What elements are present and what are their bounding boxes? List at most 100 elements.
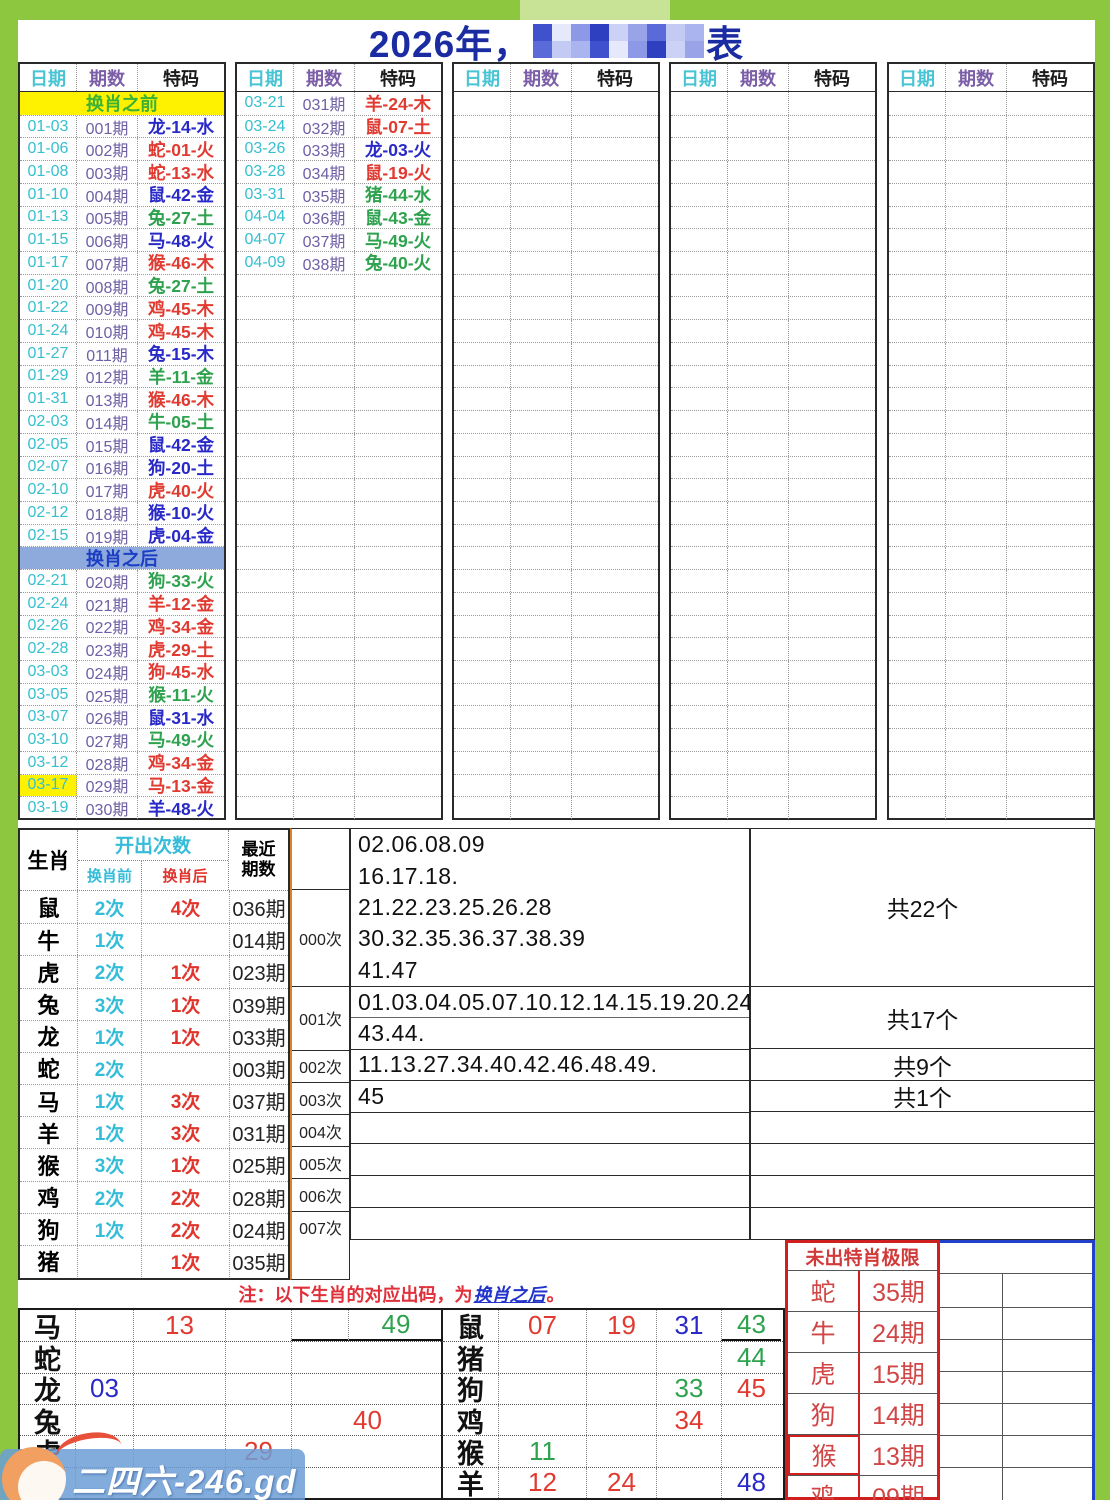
date-cell xyxy=(889,115,946,138)
code-cell xyxy=(355,502,441,524)
blur-pixel xyxy=(666,24,686,41)
zodiac-cell: 猪 xyxy=(20,1245,78,1277)
blur-pixel xyxy=(685,24,705,41)
table-row: 02-24 021期 羊-12-金 xyxy=(20,591,224,615)
date-cell xyxy=(237,342,294,365)
table-row xyxy=(454,569,658,592)
period-cell xyxy=(946,252,1007,274)
freq-number-line: 11.13.27.34.40.42.46.48.49. xyxy=(358,1051,658,1078)
table-row xyxy=(671,500,875,524)
column-header-date: 日期 xyxy=(20,64,77,91)
period-cell xyxy=(946,320,1007,342)
date-cell xyxy=(237,660,294,683)
table-row xyxy=(671,432,875,456)
column-header-period: 期数 xyxy=(294,64,355,91)
date-cell: 04-09 xyxy=(237,252,294,274)
number-cell: 19 xyxy=(586,1310,656,1342)
recent-period-cell: 024期 xyxy=(232,1220,286,1243)
date-cell xyxy=(454,320,511,342)
limit-row: 蛇 35期 xyxy=(788,1270,937,1311)
blue-region-row-line xyxy=(940,1435,1092,1436)
date-cell xyxy=(237,501,294,524)
period-cell xyxy=(946,206,1007,229)
code-cell xyxy=(572,92,658,115)
code-cell xyxy=(355,366,441,388)
table-row xyxy=(889,228,1093,252)
period-cell xyxy=(511,729,572,751)
count-before-cell: 3次 xyxy=(78,988,142,1020)
table-row xyxy=(671,705,875,729)
date-cell xyxy=(671,479,728,501)
period-cell xyxy=(946,592,1007,615)
code-cell xyxy=(572,252,658,274)
count-after-cell: 1次 xyxy=(142,1245,230,1277)
count-after-cell: 2次 xyxy=(142,1213,230,1245)
result-group: 日期 期数 特码 03-21 031期 羊-24-木 03-24 032期 鼠-07-土 03-2… xyxy=(235,62,443,820)
period-cell xyxy=(294,365,355,388)
code-cell: 马-49-火 xyxy=(364,230,432,251)
period-cell xyxy=(946,297,1007,320)
date-cell xyxy=(671,342,728,365)
table-row: 02-07 016期 狗-20-土 xyxy=(20,455,224,478)
column-header-code: 特码 xyxy=(163,68,199,89)
code-cell: 羊-11-金 xyxy=(148,366,214,387)
code-cell xyxy=(355,343,441,365)
table-row xyxy=(671,478,875,501)
blur-pixel xyxy=(571,41,591,58)
table-row xyxy=(237,432,441,456)
period-cell xyxy=(294,411,355,433)
table-row xyxy=(889,205,1093,229)
code-cell xyxy=(789,479,875,501)
code-cell xyxy=(1007,502,1093,524)
code-cell xyxy=(1007,775,1093,797)
period-cell xyxy=(946,751,1007,774)
period-cell xyxy=(728,161,789,183)
count-before-cell: 2次 xyxy=(78,891,142,924)
bottom-row: 狗 33 45 xyxy=(443,1372,783,1406)
freq-number-line: 41.47 xyxy=(358,956,419,983)
date-cell xyxy=(454,547,511,570)
number-cell: 44 xyxy=(721,1342,781,1373)
table-row: 01-20 008期 兔-27-土 xyxy=(20,273,224,297)
number-cell xyxy=(291,1436,443,1467)
code-cell: 虎-29-土 xyxy=(147,639,215,660)
table-row xyxy=(889,251,1093,274)
stats-row: 羊 1次 3次 031期 xyxy=(20,1116,288,1149)
stats-rows: 鼠 2次 4次 036期牛 1次 014期虎 2次 1次 023期兔 3次 1次 039期龙 1次 1次 0… xyxy=(20,891,288,1277)
freq-total: 共22个 xyxy=(886,896,959,923)
table-row: 04-04 036期 鼠-43-金 xyxy=(237,205,441,228)
code-cell xyxy=(1007,297,1093,319)
period-cell xyxy=(946,638,1007,660)
period-cell: 010期 xyxy=(77,320,138,342)
band-label: 换肖之前 xyxy=(20,92,224,115)
date-cell xyxy=(454,252,511,274)
date-cell xyxy=(671,206,728,229)
date-cell: 02-24 xyxy=(20,592,77,615)
period-cell xyxy=(946,456,1007,479)
freq-label: 007次 xyxy=(292,1210,349,1243)
code-cell xyxy=(355,729,441,751)
period-cell xyxy=(294,501,355,524)
date-cell xyxy=(889,138,946,161)
date-cell: 02-28 xyxy=(20,638,77,660)
table-row: 01-13 005期 兔-27-土 xyxy=(20,205,224,228)
date-cell xyxy=(671,729,728,751)
zodiac-cell: 马 xyxy=(20,1085,78,1117)
period-cell xyxy=(511,365,572,388)
table-row xyxy=(237,364,441,388)
table-row xyxy=(237,637,441,660)
date-cell xyxy=(671,411,728,433)
period-cell xyxy=(511,547,572,570)
number-cell xyxy=(656,1342,721,1373)
period-cell xyxy=(728,751,789,774)
result-group-rows: 换肖之前 01-03 001期 龙-14-水 01-06 002期 蛇-01-火 01-08 0… xyxy=(20,92,224,819)
period-cell: 033期 xyxy=(294,138,355,160)
date-cell xyxy=(454,138,511,161)
number-cell: 43 xyxy=(721,1309,781,1342)
limit-period: 24期 xyxy=(872,1320,925,1348)
blur-pixel xyxy=(533,24,553,41)
period-cell: 015期 xyxy=(77,433,138,456)
period-cell: 003期 xyxy=(77,161,138,183)
bottom-row: 猴 11 xyxy=(443,1435,783,1469)
date-cell xyxy=(454,433,511,456)
